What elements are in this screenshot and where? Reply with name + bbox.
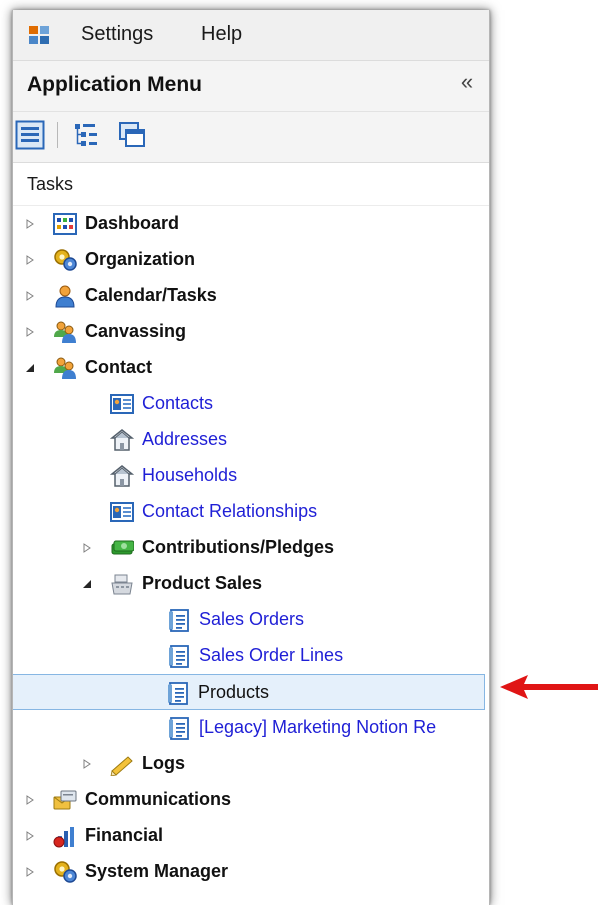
application-menu-panel: Settings Help Application Menu « Tasks D…	[12, 10, 490, 905]
tree-item[interactable]: Sales Order Lines	[13, 638, 489, 674]
financial-icon	[53, 827, 74, 848]
tree-item-label: Sales Orders	[199, 609, 305, 629]
expand-arrow-icon[interactable]	[25, 831, 35, 841]
tree-item-label: [Legacy] Marketing Notion Re	[199, 717, 437, 737]
tree-item[interactable]: Communications	[13, 782, 489, 818]
collapse-panel-button[interactable]: «	[455, 69, 479, 99]
person-icon	[55, 285, 75, 308]
tree-item[interactable]: Financial	[13, 818, 489, 854]
task-tree: Dashboard Organization Calendar/Tasks Canva…	[13, 206, 489, 905]
document-list-icon	[169, 609, 189, 632]
tree-item-label: Organization	[85, 249, 196, 269]
tree-item-label: Financial	[85, 825, 164, 845]
panel-title: Application Menu	[27, 73, 202, 96]
toolbar-separator	[57, 122, 58, 148]
tree-item-label: Dashboard	[85, 213, 180, 233]
tree-item[interactable]: Calendar/Tasks	[13, 278, 489, 314]
red-arrow-icon	[500, 675, 598, 699]
tree-item[interactable]: Addresses	[13, 422, 489, 458]
menu-help[interactable]: Help	[201, 23, 242, 46]
tree-view-icon[interactable]	[71, 120, 101, 150]
expand-arrow-icon[interactable]	[25, 327, 35, 337]
cash-register-icon	[111, 574, 133, 595]
tree-item[interactable]: Contact	[13, 350, 489, 386]
expand-arrow-icon[interactable]	[25, 219, 35, 229]
tree-item[interactable]: System Manager	[13, 854, 489, 890]
people-icon	[54, 357, 76, 379]
contact-card-icon	[110, 394, 134, 414]
tree-item-label: Calendar/Tasks	[85, 285, 217, 305]
gears-icon	[54, 249, 77, 271]
application-menu-header: Application Menu «	[13, 61, 489, 112]
list-view-icon[interactable]	[15, 120, 45, 150]
view-toolbar	[13, 112, 489, 163]
tree-item-label: Products	[198, 682, 270, 702]
house-icon	[110, 429, 134, 451]
tree-item[interactable]: Dashboard	[13, 206, 489, 242]
windows-icon[interactable]	[117, 120, 147, 150]
document-list-icon	[168, 682, 188, 705]
money-icon	[111, 540, 134, 555]
pencil-icon	[110, 756, 133, 776]
app-icon	[29, 26, 49, 44]
tree-item-label: System Manager	[85, 861, 229, 881]
tree-item[interactable]: Contributions/Pledges	[13, 530, 489, 566]
tree-item-label: Households	[142, 465, 238, 485]
collapse-arrow-icon[interactable]	[82, 579, 92, 589]
menu-settings[interactable]: Settings	[81, 23, 153, 46]
house-icon	[110, 465, 134, 487]
tree-item-label: Canvassing	[85, 321, 187, 341]
dashboard-icon	[53, 213, 77, 235]
tasks-section-header: Tasks	[13, 163, 489, 206]
tree-item[interactable]: Organization	[13, 242, 489, 278]
tree-item[interactable]: [Legacy] Marketing Notion Re	[13, 710, 489, 746]
tree-item-label: Product Sales	[142, 573, 263, 593]
tree-item[interactable]: Contact Relationships	[13, 494, 489, 530]
tree-item-label: Contacts	[142, 393, 214, 413]
tree-item-label: Addresses	[142, 429, 228, 449]
expand-arrow-icon[interactable]	[25, 255, 35, 265]
tree-item[interactable]: Logs	[13, 746, 489, 782]
tree-item-label: Contributions/Pledges	[142, 537, 335, 557]
tree-item-label: Contact	[85, 357, 152, 377]
menu-bar: Settings Help	[13, 10, 489, 61]
tree-item[interactable]: Product Sales	[13, 566, 489, 602]
communications-icon	[53, 790, 77, 810]
tree-item-label: Communications	[85, 789, 232, 809]
tree-item[interactable]: Contacts	[13, 386, 489, 422]
tree-item[interactable]: Sales Orders	[13, 602, 489, 638]
expand-arrow-icon[interactable]	[82, 759, 92, 769]
collapse-arrow-icon[interactable]	[25, 363, 35, 373]
tree-item-label: Sales Order Lines	[199, 645, 344, 665]
document-list-icon	[169, 717, 189, 740]
people-icon	[54, 321, 76, 343]
gears-icon	[54, 861, 77, 883]
contact-card-icon	[110, 502, 134, 522]
expand-arrow-icon[interactable]	[82, 543, 92, 553]
tree-item[interactable]: Products	[13, 674, 485, 710]
tree-item-label: Contact Relationships	[142, 501, 318, 521]
tree-item[interactable]: Canvassing	[13, 314, 489, 350]
expand-arrow-icon[interactable]	[25, 867, 35, 877]
tree-item[interactable]: Households	[13, 458, 489, 494]
tasks-label: Tasks	[27, 174, 74, 194]
tree-item-label: Logs	[142, 753, 185, 773]
expand-arrow-icon[interactable]	[25, 291, 35, 301]
expand-arrow-icon[interactable]	[25, 795, 35, 805]
document-list-icon	[169, 645, 189, 668]
